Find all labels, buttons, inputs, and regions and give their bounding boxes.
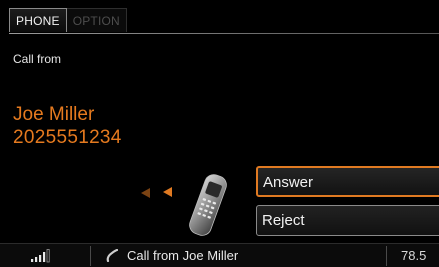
signal-strength-icon	[31, 249, 50, 263]
status-bar: Call from Joe Miller 78.5	[0, 243, 439, 267]
tab-option[interactable]: OPTION	[66, 8, 127, 32]
caller-number: 2025551234	[13, 127, 122, 148]
reject-button[interactable]: Reject	[256, 205, 439, 236]
handset-icon	[106, 249, 118, 262]
status-separator	[90, 246, 91, 266]
incoming-arrow-icon	[163, 187, 172, 197]
radio-frequency: 78.5	[401, 248, 427, 263]
mobile-phone-icon	[189, 174, 227, 236]
status-message: Call from Joe Miller	[127, 248, 239, 263]
status-separator	[386, 246, 387, 266]
tab-phone[interactable]: PHONE	[9, 8, 67, 32]
answer-button[interactable]: Answer	[256, 166, 439, 197]
call-from-label: Call from	[13, 52, 62, 66]
tab-bar: PHONE OPTION	[9, 8, 127, 34]
incoming-arrow-icon	[141, 188, 150, 198]
phone-screen: PHONE OPTION Call from Joe Miller 202555…	[0, 0, 439, 267]
caller-name: Joe Miller	[13, 104, 95, 125]
tab-divider	[9, 33, 439, 34]
